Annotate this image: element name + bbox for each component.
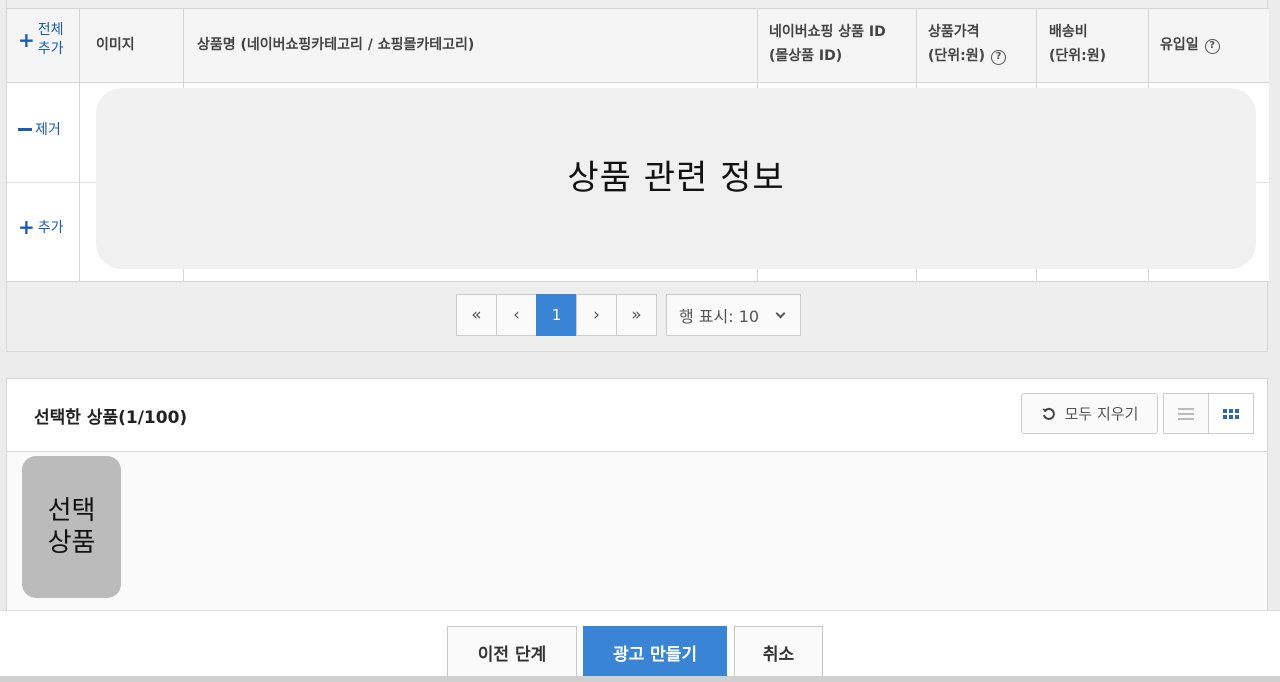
header-inflow-date: 유입일?	[1160, 33, 1220, 57]
footer-actions: 이전 단계 광고 만들기 취소	[0, 610, 1280, 682]
create-ad-button[interactable]: 광고 만들기	[583, 626, 727, 678]
help-icon[interactable]: ?	[1204, 39, 1220, 54]
remove-row-button[interactable]: 제거	[18, 119, 61, 139]
product-info-placeholder: 상품 관련 정보	[96, 88, 1256, 269]
selected-products-title: 선택한 상품(1/100)	[34, 408, 188, 428]
header-product-id: 네이버쇼핑 상품 ID (몰상품 ID)	[769, 24, 886, 64]
next-page-button[interactable]: ›	[576, 294, 617, 336]
selected-products-panel: 선택한 상품(1/100) 모두 지우기 선택 상품	[6, 378, 1268, 610]
plus-icon: +	[18, 215, 35, 239]
header-price: 상품가격 (단위:원)?	[928, 20, 1007, 68]
selected-product-card[interactable]: 선택 상품	[22, 456, 121, 598]
grid-view-icon	[1223, 408, 1239, 419]
header-image: 이미지	[96, 37, 135, 53]
page-1-button[interactable]: 1	[536, 294, 577, 336]
chevron-down-icon	[775, 308, 786, 318]
add-all-button[interactable]: + 전체 추가	[18, 21, 64, 59]
bottom-scroll-area	[0, 676, 1280, 682]
prev-step-button[interactable]: 이전 단계	[447, 626, 577, 678]
list-view-button[interactable]	[1163, 393, 1209, 434]
pagination: « ‹ 1 › »	[456, 294, 657, 336]
clear-all-button[interactable]: 모두 지우기	[1021, 393, 1158, 434]
add-row-button[interactable]: + 추가	[18, 217, 64, 237]
minus-icon	[18, 127, 32, 131]
last-page-button[interactable]: »	[616, 294, 657, 336]
help-icon[interactable]: ?	[991, 50, 1007, 65]
grid-view-button[interactable]	[1208, 393, 1254, 434]
first-page-button[interactable]: «	[456, 294, 497, 336]
refresh-icon	[1042, 407, 1055, 420]
header-shipping: 배송비 (단위:원)	[1049, 24, 1107, 64]
header-product-name: 상품명 (네이버쇼핑카테고리 / 쇼핑몰카테고리)	[197, 37, 475, 53]
rows-per-page-select[interactable]: 행 표시: 10	[666, 294, 801, 336]
cancel-button[interactable]: 취소	[734, 626, 823, 678]
list-view-icon	[1178, 407, 1194, 420]
prev-page-button[interactable]: ‹	[496, 294, 537, 336]
view-toggle	[1163, 393, 1254, 434]
selected-products-header: 선택한 상품(1/100) 모두 지우기	[7, 379, 1267, 452]
plus-icon: +	[18, 28, 35, 52]
